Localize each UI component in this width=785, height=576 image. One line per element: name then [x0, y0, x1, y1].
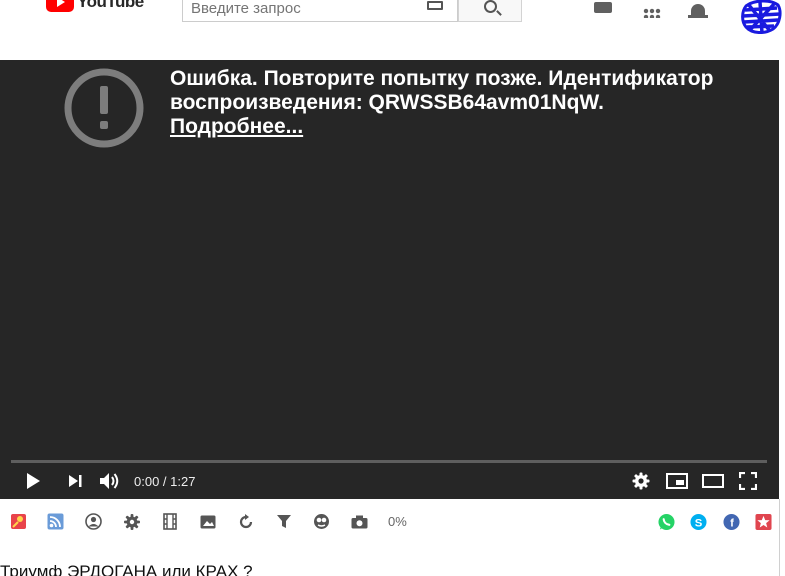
notifications-bell-icon[interactable] — [688, 4, 708, 18]
youtube-play-icon — [46, 0, 74, 12]
eye-icon[interactable] — [313, 513, 330, 530]
volume-icon — [100, 473, 119, 489]
search-icon — [484, 0, 497, 13]
page-divider — [779, 499, 780, 576]
svg-text:S: S — [695, 517, 703, 529]
learn-more-link[interactable]: Подробнее... — [170, 115, 303, 138]
camera-icon[interactable] — [351, 513, 368, 530]
extension-toolbar: 0% S f — [0, 499, 785, 545]
facebook-icon[interactable]: f — [723, 513, 740, 530]
page: YouTube Ошибка. Повторите попытку позже.… — [0, 0, 785, 576]
player-controls: 0:00 / 1:27 — [0, 466, 779, 499]
play-button[interactable] — [20, 466, 46, 496]
svg-text:f: f — [730, 517, 734, 529]
play-icon — [27, 473, 40, 489]
miniplayer-icon — [666, 473, 688, 489]
settings-button[interactable] — [630, 466, 652, 496]
progress-bar[interactable] — [11, 460, 767, 463]
error-message-block: Ошибка. Повторите попытку позже. Идентиф… — [170, 67, 760, 139]
logo-text: YouTube — [77, 0, 144, 11]
skip-next-icon — [69, 475, 82, 487]
fullscreen-icon — [739, 472, 757, 490]
gear-icon[interactable] — [123, 513, 140, 530]
search-button[interactable] — [458, 0, 522, 22]
theater-mode-button[interactable] — [700, 466, 726, 496]
rss-icon[interactable] — [47, 513, 64, 530]
refresh-icon[interactable] — [237, 513, 254, 530]
youtube-logo[interactable]: YouTube — [46, 0, 144, 12]
apps-grid-icon[interactable] — [643, 8, 661, 18]
error-message: Ошибка. Повторите попытку позже. Идентиф… — [170, 67, 714, 114]
percent-label: 0% — [388, 514, 407, 529]
error-alert-icon — [64, 68, 144, 148]
filter-icon[interactable] — [275, 513, 292, 530]
create-video-icon[interactable] — [594, 2, 612, 13]
film-icon[interactable] — [161, 513, 178, 530]
video-player[interactable]: Ошибка. Повторите попытку позже. Идентиф… — [0, 60, 779, 499]
search-input[interactable] — [183, 0, 457, 21]
theater-mode-icon — [702, 474, 724, 488]
pin-icon[interactable] — [10, 513, 27, 530]
mute-button[interactable] — [98, 466, 122, 496]
skype-icon[interactable]: S — [690, 513, 707, 530]
search-box[interactable] — [182, 0, 458, 22]
gear-icon — [632, 472, 650, 490]
image-icon[interactable] — [199, 513, 216, 530]
masthead: YouTube — [0, 0, 785, 36]
user-circle-icon[interactable] — [85, 513, 102, 530]
whatsapp-icon[interactable] — [658, 513, 675, 530]
time-display: 0:00 / 1:27 — [134, 474, 196, 489]
keyboard-icon[interactable] — [427, 1, 443, 10]
star-icon[interactable] — [755, 513, 772, 530]
avatar[interactable] — [740, 0, 782, 34]
miniplayer-button[interactable] — [665, 466, 689, 496]
fullscreen-button[interactable] — [737, 466, 759, 496]
video-title: Триумф ЭРДОГАНА или КРАХ ? — [0, 562, 253, 576]
next-button[interactable] — [64, 466, 86, 496]
